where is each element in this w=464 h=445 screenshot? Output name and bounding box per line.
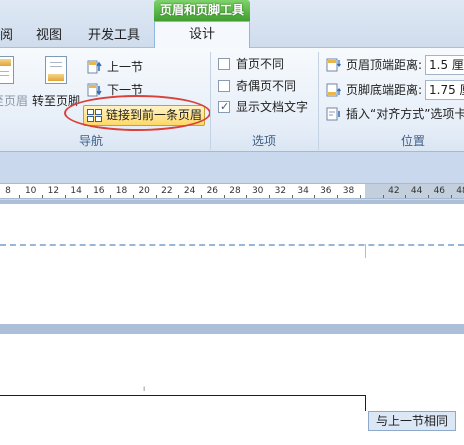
context-tab-group-header-footer-tools: 页眉和页脚工具: [154, 0, 250, 21]
ruler-number: 24: [183, 186, 196, 196]
insert-alignment-tab-label: 插入“对齐方式”选项卡: [346, 107, 464, 121]
ruler-number: 28: [229, 186, 241, 196]
ruler-tick: [87, 195, 89, 198]
ruler-number: 26: [206, 186, 219, 196]
ruler-number: 14: [70, 186, 82, 196]
previous-section-label: 上一节: [107, 60, 144, 74]
group-separator: [318, 52, 319, 150]
footer-from-bottom-input[interactable]: 1.75 厘米: [425, 80, 464, 100]
ruler-number: 42: [388, 186, 400, 196]
previous-section-button[interactable]: 上一节: [85, 57, 143, 77]
ruler-number: 22: [161, 186, 173, 196]
ruler-tick: [405, 195, 407, 198]
ruler-tick: [269, 195, 271, 198]
ruler-tick: [246, 195, 248, 198]
header-page-icon: [0, 56, 14, 84]
ruler-number: 34: [297, 186, 309, 196]
header-from-top-label: 页眉顶端距离:: [346, 58, 423, 72]
tab-design[interactable]: 设计: [154, 21, 250, 49]
ruler-tick: [382, 195, 384, 198]
header-from-top-input[interactable]: 1.5 厘米: [425, 55, 464, 75]
show-document-text-checkbox[interactable]: 显示文档文字: [218, 98, 308, 116]
footer-boundary-dashed-line: [0, 244, 464, 246]
different-first-page-checkbox[interactable]: 首页不同: [218, 55, 284, 73]
ruler-tick: [427, 195, 429, 198]
paragraph-mark: ı: [143, 384, 146, 393]
tab-view[interactable]: 视图: [36, 24, 62, 43]
ruler-number: 20: [138, 186, 150, 196]
show-document-text-label: 显示文档文字: [236, 100, 309, 114]
ruler-number: 10: [24, 186, 37, 196]
header-position-icon: [326, 58, 341, 72]
ruler-number: 16: [93, 186, 105, 196]
footer-position-icon: [326, 83, 341, 97]
previous-section-icon: [87, 60, 102, 74]
ribbon-tab-bar: 阅 视图 开发工具 页眉和页脚工具 设计: [0, 0, 464, 49]
ruler-tick: [132, 195, 134, 198]
different-odd-even-check[interactable]: [218, 80, 230, 92]
ruler-tick: [337, 195, 339, 198]
highlight-annotation-oval: [64, 95, 211, 131]
ruler-tick: [64, 195, 66, 198]
group-separator: [210, 52, 211, 150]
ruler-tick: [155, 195, 157, 198]
different-first-page-check[interactable]: [218, 58, 230, 70]
alignment-tab-icon: [326, 107, 340, 121]
goto-header-label: 至页眉: [0, 94, 29, 108]
ruler-tick: [291, 195, 293, 198]
ruler-number: 32: [274, 186, 287, 196]
insert-alignment-tab-button[interactable]: 插入“对齐方式”选项卡: [326, 104, 464, 124]
ruler-tick: [450, 195, 452, 198]
ruler-tick: [223, 195, 225, 198]
same-as-previous-tag: 与上一节相同: [368, 411, 456, 431]
ruler-tick: [178, 195, 180, 198]
different-odd-even-label: 奇偶页不同: [236, 79, 297, 93]
footer-from-bottom-row: 页脚底端距离:: [326, 80, 422, 100]
different-first-page-label: 首页不同: [236, 57, 285, 71]
navigation-group-label: 导航: [79, 134, 104, 148]
ruler-number: 36: [320, 186, 332, 196]
ruler-number: 38: [342, 186, 355, 196]
ruler-number: 18: [115, 186, 128, 196]
ruler-number: 48: [456, 186, 464, 196]
ruler-number: 8: [5, 186, 11, 196]
footer-page-icon: [45, 56, 67, 84]
header-from-top-row: 页眉顶端距离:: [326, 55, 422, 75]
ruler-tick: [42, 195, 44, 198]
header-area-border: [0, 395, 366, 411]
footer-from-bottom-label: 页脚底端距离:: [346, 83, 423, 97]
margin-corner-mark: [365, 244, 366, 258]
page-previous-bottom[interactable]: [0, 204, 464, 324]
ruler-tick: [200, 195, 202, 198]
position-group-label: 位置: [401, 134, 426, 148]
next-section-icon: [87, 83, 102, 97]
ruler-tick: [110, 195, 112, 198]
ruler-number: 30: [251, 186, 264, 196]
ruler-number: 44: [410, 186, 423, 196]
options-group-label: 选项: [252, 134, 277, 148]
tab-review-partial[interactable]: 阅: [0, 24, 13, 43]
tab-developer[interactable]: 开发工具: [88, 24, 140, 43]
ruler-number: 46: [433, 186, 446, 196]
ruler-tick: [314, 195, 316, 198]
different-odd-even-checkbox[interactable]: 奇偶页不同: [218, 77, 296, 95]
show-document-text-check[interactable]: [218, 98, 230, 116]
ruler-tick: [19, 195, 21, 198]
horizontal-ruler[interactable]: 8 10 12 14 16 18 20 22 24 26 28 30 32 34 36 38 42 44 46 48: [0, 183, 464, 199]
ruler-tick: [359, 195, 361, 198]
ruler-number: 12: [47, 186, 60, 196]
